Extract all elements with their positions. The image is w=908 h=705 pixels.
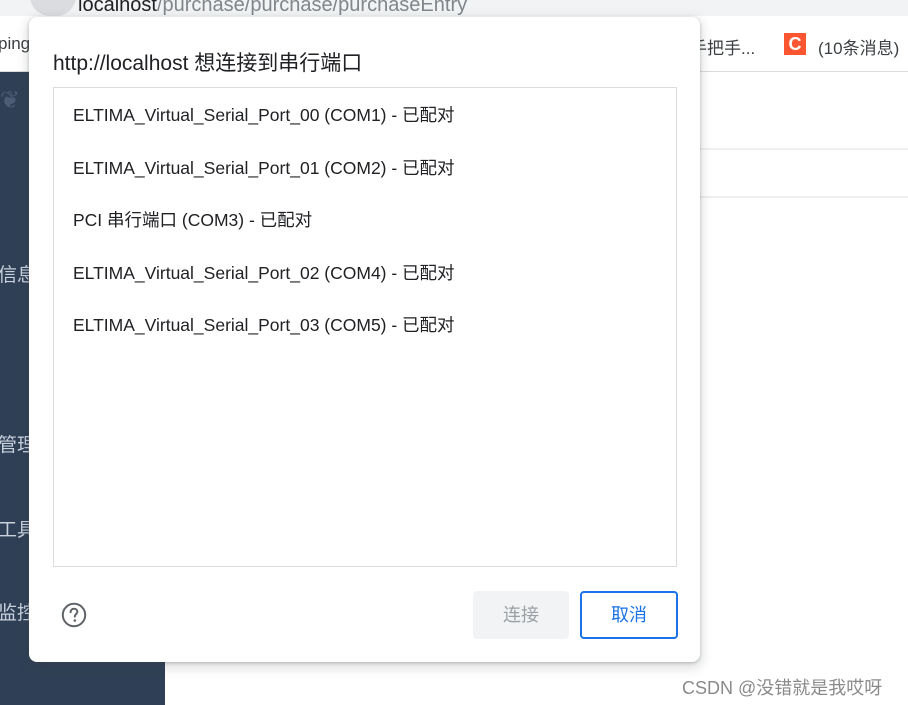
cancel-button[interactable]: 取消 [580,591,678,639]
connect-button[interactable]: 连接 [473,591,569,639]
url-path: /purchase/purchase/purchaseEntry [156,0,468,16]
port-list[interactable]: ELTIMA_Virtual_Serial_Port_00 (COM1) - 已… [53,87,677,567]
dialog-title: http://localhost 想连接到串行端口 [53,52,363,75]
logo-icon: ❦ [0,87,21,114]
port-item-com1[interactable]: ELTIMA_Virtual_Serial_Port_00 (COM1) - 已… [54,89,676,142]
csdn-icon: C [784,33,806,55]
screen: localhost/purchase/purchase/purchaseEntr… [0,0,908,705]
port-item-com2[interactable]: ELTIMA_Virtual_Serial_Port_01 (COM2) - 已… [54,142,676,195]
bookmark-item-left[interactable]: ping [0,34,30,54]
url-host: localhost [78,0,157,16]
address-bar[interactable]: localhost/purchase/purchase/purchaseEntr… [0,0,908,16]
port-item-com4[interactable]: ELTIMA_Virtual_Serial_Port_02 (COM4) - 已… [54,247,676,300]
port-item-com3[interactable]: PCI 串行端口 (COM3) - 已配对 [54,194,676,247]
url-text[interactable]: localhost/purchase/purchase/purchaseEntr… [78,0,467,16]
port-item-com5[interactable]: ELTIMA_Virtual_Serial_Port_03 (COM5) - 已… [54,299,676,352]
serial-port-dialog: http://localhost 想连接到串行端口 ELTIMA_Virtual… [29,17,700,662]
watermark: CSDN @没错就是我哎呀 [682,678,883,698]
site-info-icon[interactable] [30,0,76,16]
help-circle-icon[interactable] [61,602,87,628]
bookmark-item-messages[interactable]: (10条消息) [818,34,899,59]
